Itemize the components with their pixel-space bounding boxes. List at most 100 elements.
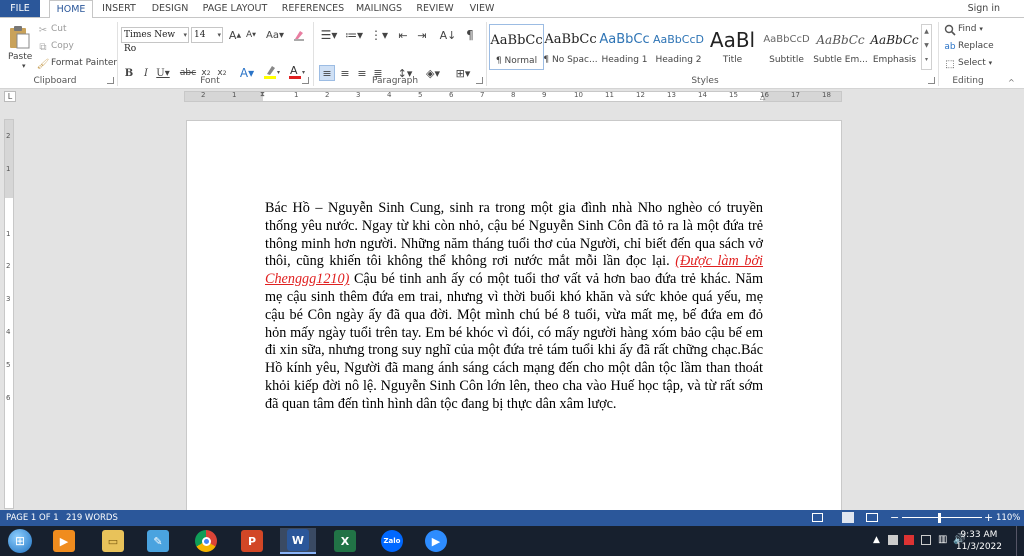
tab-selector-icon[interactable]: L — [4, 91, 16, 102]
show-formatting-icon[interactable]: ¶ — [462, 27, 478, 43]
chrome-icon[interactable] — [188, 528, 224, 554]
zoom-in-icon[interactable]: + — [984, 510, 993, 526]
format-painter-button[interactable]: Format Painter — [51, 58, 117, 68]
style-normal[interactable]: AaBbCc ¶ Normal — [489, 24, 544, 70]
show-desktop-button[interactable] — [1016, 526, 1024, 556]
zalo-icon[interactable]: Zalo — [374, 528, 410, 554]
tab-home[interactable]: HOME — [49, 0, 93, 18]
align-center-icon[interactable]: ≡ — [337, 65, 353, 81]
excel-icon[interactable]: X — [327, 528, 363, 554]
style-name: Emphasis — [872, 55, 917, 65]
tab-page-layout[interactable]: PAGE LAYOUT — [200, 0, 270, 18]
file-explorer-icon[interactable]: ▭ — [95, 528, 131, 554]
tab-mailings[interactable]: MAILINGS — [352, 0, 406, 18]
word-count[interactable]: 219 WORDS — [66, 510, 118, 526]
numbering-icon[interactable]: ≔▾ — [343, 27, 365, 43]
underline-icon[interactable]: U▾ — [155, 66, 171, 80]
paste-icon[interactable] — [6, 22, 32, 52]
highlight-icon[interactable]: ▾ — [262, 64, 282, 80]
style-name: Heading 2 — [655, 55, 702, 65]
italic-icon[interactable]: I — [139, 66, 153, 80]
style-sample: AaBbCc — [544, 32, 597, 47]
paint-icon[interactable]: ✎ — [140, 528, 176, 554]
document-body[interactable]: Bác Hồ – Nguyễn Sinh Cung, sinh ra trong… — [265, 200, 763, 414]
select-button[interactable]: Select ▾ — [958, 58, 992, 68]
style-no-spacing[interactable]: AaBbCc ¶ No Spac... — [543, 24, 598, 70]
style-sample: AaBbCc — [599, 32, 650, 47]
ribbon-tab-bar: FILE HOME INSERT DESIGN PAGE LAYOUT REFE… — [0, 0, 1024, 18]
borders-icon[interactable]: ⊞▾ — [452, 65, 474, 81]
document-page[interactable]: Bác Hồ – Nguyễn Sinh Cung, sinh ra trong… — [186, 120, 842, 520]
ribbon: Paste ▾ ✂ Cut ⧉ Copy 🖌 Format Painter Cl… — [0, 17, 1024, 89]
sort-icon[interactable]: A↓ — [440, 27, 457, 43]
style-heading-1[interactable]: AaBbCc Heading 1 — [597, 24, 652, 70]
tab-file[interactable]: FILE — [0, 0, 40, 18]
tab-insert[interactable]: INSERT — [98, 0, 140, 18]
start-icon[interactable]: ⊞ — [2, 528, 38, 554]
scroll-down-icon[interactable]: ▼ — [922, 39, 931, 53]
font-size-combo[interactable]: 14 ▾ — [191, 27, 223, 43]
find-button[interactable]: Find ▾ — [958, 24, 983, 34]
decrease-indent-icon[interactable]: ⇤ — [395, 27, 411, 43]
replace-button[interactable]: Replace — [958, 41, 994, 51]
font-name-combo[interactable]: Times New Ro ▾ — [121, 27, 189, 54]
print-layout-icon[interactable] — [842, 512, 854, 523]
style-emphasis[interactable]: AaBbCc Emphasis — [867, 24, 922, 70]
cut-button[interactable]: Cut — [51, 24, 67, 34]
scroll-up-icon[interactable]: ▲ — [922, 25, 931, 39]
style-heading-2[interactable]: AaBbCcD Heading 2 — [651, 24, 706, 70]
style-subtle-emphasis[interactable]: AaBbCc Subtle Em... — [813, 24, 868, 70]
paste-button[interactable]: Paste — [8, 52, 32, 62]
tray-overflow-icon[interactable]: ▲ — [873, 535, 880, 545]
tab-review[interactable]: REVIEW — [414, 0, 456, 18]
vruler-number: 1 — [6, 230, 11, 238]
more-styles-icon[interactable]: ▾ — [922, 53, 931, 67]
font-launcher-icon[interactable] — [302, 77, 309, 84]
tray-app-icon[interactable] — [888, 535, 898, 545]
style-title[interactable]: AaBl Title — [705, 24, 760, 70]
shrink-font-icon[interactable]: A ▼ — [244, 27, 258, 43]
bullets-icon[interactable]: ☰▾ — [318, 27, 340, 43]
collapse-ribbon-icon[interactable]: ^ — [1008, 78, 1015, 87]
ruler-number: 5 — [418, 91, 423, 99]
styles-scroll[interactable]: ▲ ▼ ▾ — [921, 24, 932, 70]
align-left-icon[interactable]: ≡ — [319, 65, 335, 81]
zoom-slider[interactable] — [902, 517, 982, 518]
horizontal-ruler[interactable]: 2 1 1 2 3 4 5 6 7 8 9 10 11 12 13 14 15 … — [184, 90, 842, 102]
page-count[interactable]: PAGE 1 OF 1 — [6, 510, 59, 526]
tray-display-icon[interactable] — [921, 535, 931, 545]
style-subtitle[interactable]: AaBbCcD Subtitle — [759, 24, 814, 70]
web-layout-icon[interactable] — [866, 513, 878, 522]
clipboard-launcher-icon[interactable] — [107, 77, 114, 84]
word-icon[interactable]: W — [280, 528, 316, 554]
network-icon[interactable]: ▥ — [938, 534, 947, 545]
indent-marker-icon[interactable]: ⧗ — [260, 90, 265, 99]
right-indent-marker-icon[interactable]: △ — [760, 93, 765, 101]
vertical-ruler[interactable]: 2 1 1 2 3 4 5 6 — [4, 119, 14, 509]
increase-indent-icon[interactable]: ⇥ — [414, 27, 430, 43]
powerpoint-icon[interactable]: P — [234, 528, 270, 554]
system-clock[interactable]: 9:33 AM 11/3/2022 — [956, 529, 1002, 553]
bold-icon[interactable]: B — [122, 66, 136, 80]
styles-launcher-icon[interactable] — [928, 77, 935, 84]
paragraph-launcher-icon[interactable] — [476, 77, 483, 84]
change-case-icon[interactable]: Aa▾ — [264, 27, 286, 43]
tab-references[interactable]: REFERENCES — [280, 0, 346, 18]
sign-in-link[interactable]: Sign in — [968, 0, 1000, 18]
zoom-level[interactable]: 110% — [996, 510, 1020, 526]
tray-security-icon[interactable] — [904, 535, 914, 545]
zoom-icon[interactable]: ▶ — [418, 528, 454, 554]
tab-design[interactable]: DESIGN — [149, 0, 191, 18]
multilevel-list-icon[interactable]: ⋮▾ — [368, 27, 390, 43]
styles-group-label: Styles — [691, 76, 719, 86]
media-player-icon[interactable]: ▶ — [46, 528, 82, 554]
zoom-out-icon[interactable]: − — [890, 510, 899, 526]
clear-formatting-icon[interactable] — [292, 27, 306, 43]
read-mode-icon[interactable] — [812, 513, 823, 522]
copy-button[interactable]: Copy — [51, 41, 74, 51]
paste-dropdown-icon[interactable]: ▾ — [22, 62, 26, 70]
tab-view[interactable]: VIEW — [465, 0, 499, 18]
zoom-slider-thumb[interactable] — [938, 513, 941, 523]
grow-font-icon[interactable]: A ▲ — [228, 27, 242, 43]
paragraph-group-label: Paragraph — [371, 76, 419, 86]
